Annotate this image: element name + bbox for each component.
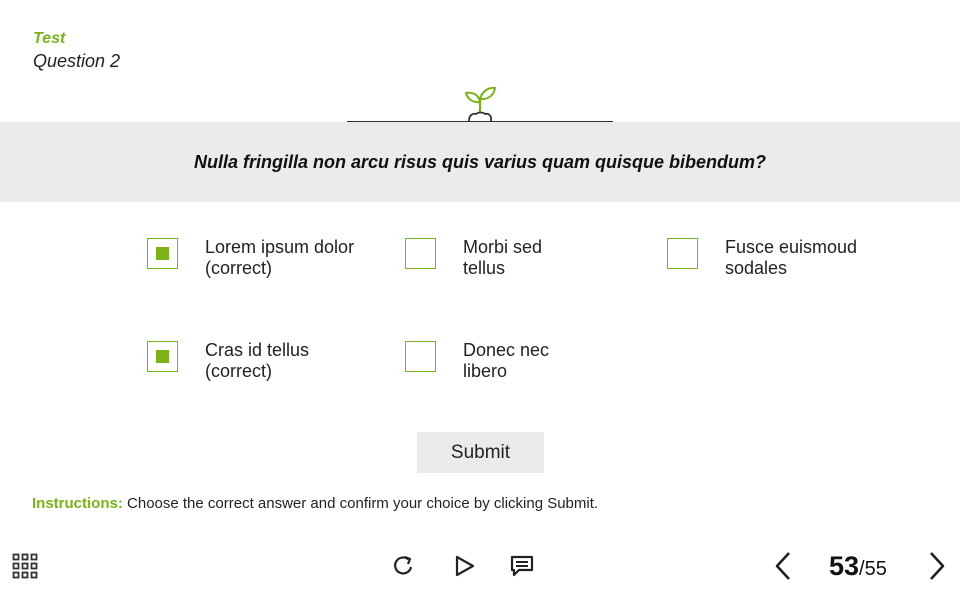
question-band: Nulla fringilla non arcu risus quis vari… — [0, 122, 960, 202]
answer-option-3[interactable]: Fusce euismoud sodales — [667, 237, 895, 279]
page-total: /55 — [859, 558, 887, 580]
submit-button[interactable]: Submit — [417, 432, 544, 473]
answer-option-5[interactable]: Donec nec libero — [405, 340, 563, 382]
answer-checkbox[interactable] — [147, 238, 178, 269]
answer-label: Fusce euismoud sodales — [725, 237, 858, 278]
next-arrow-icon[interactable] — [926, 551, 948, 581]
play-icon[interactable] — [453, 554, 477, 578]
question-number: Question 2 — [33, 51, 121, 71]
answer-checkbox[interactable] — [405, 341, 436, 372]
answer-label: Cras id tellus (correct) — [205, 340, 310, 381]
answer-label: Morbi sed tellus — [463, 237, 543, 278]
answer-checkbox[interactable] — [667, 238, 698, 269]
page-counter: 53/55 — [829, 551, 887, 582]
replay-icon[interactable] — [392, 554, 416, 578]
answer-option-4[interactable]: Cras id tellus (correct) — [147, 340, 335, 382]
question-text: Nulla fringilla non arcu risus quis vari… — [193, 151, 767, 172]
instructions-label: Instructions: — [32, 495, 123, 512]
answer-option-1[interactable]: Lorem ipsum dolor (correct) — [147, 237, 365, 279]
page-current: 53 — [829, 551, 860, 581]
answer-checkbox[interactable] — [147, 341, 178, 372]
instructions-text: Choose the correct answer and confirm yo… — [127, 495, 599, 512]
answer-checkbox[interactable] — [405, 238, 436, 269]
slide-header: Test Question 2 — [33, 30, 120, 72]
answer-label: Donec nec libero — [463, 340, 550, 381]
answer-label: Lorem ipsum dolor (correct) — [205, 237, 355, 278]
sprout-icon — [464, 86, 497, 121]
answer-option-2[interactable]: Morbi sed tellus — [405, 237, 573, 279]
grid-menu-icon[interactable] — [12, 553, 38, 579]
prev-arrow-icon[interactable] — [772, 551, 794, 581]
notes-icon[interactable] — [509, 554, 535, 578]
instructions: Instructions: Choose the correct answer … — [32, 495, 598, 512]
section-title: Test — [33, 30, 66, 47]
